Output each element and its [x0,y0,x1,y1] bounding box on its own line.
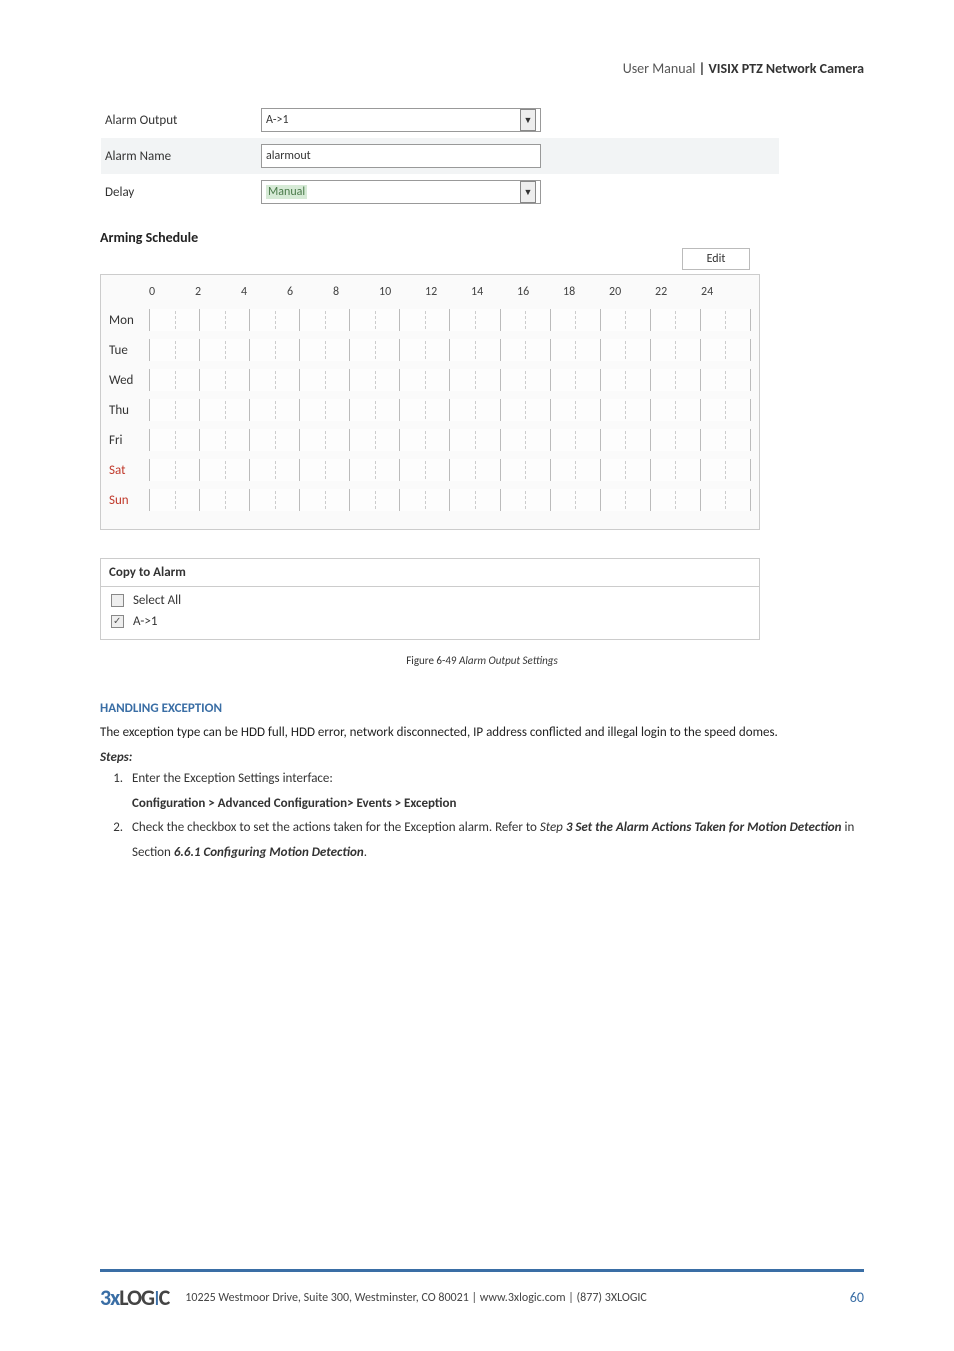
arming-schedule-grid: 024681012141618202224 MonTueWedThuFriSat… [100,274,760,530]
step-1-text: Enter the Exception Settings interface: [132,771,333,786]
step-1: Enter the Exception Settings interface: … [126,767,864,816]
figure-title: Alarm Output Settings [459,654,558,667]
step-2-c: 3 Set the Alarm Actions Taken for Motion… [566,820,842,835]
day-label: Sun [109,493,149,508]
handling-exception-heading: HANDLING EXCEPTION [100,701,864,716]
copy-to-alarm-panel: Copy to Alarm Select All A->1 [100,558,760,640]
logo: 3xLOGIC [100,1284,169,1311]
hour-tick: 8 [333,285,379,299]
label-alarm-name: Alarm Name [101,149,261,164]
hour-tick: 10 [379,285,425,299]
logo-part4: C [159,1284,170,1311]
day-label: Fri [109,433,149,448]
label-delay: Delay [101,185,261,200]
row-alarm-name: Alarm Name alarmout [101,138,779,174]
schedule-day-row: Sun [109,485,751,515]
day-grid[interactable] [149,309,751,331]
header-title: | VISIX PTZ Network Camera [699,60,864,77]
checkbox-checked-icon [111,615,124,628]
input-alarm-name[interactable]: alarmout [261,144,541,168]
hour-tick: 2 [195,285,241,299]
day-label: Sat [109,463,149,478]
copy-item-label: A->1 [133,614,157,629]
hour-axis: 024681012141618202224 [149,285,751,299]
row-alarm-output: Alarm Output A->1 ▼ [101,102,779,138]
schedule-day-row: Wed [109,365,751,395]
day-grid[interactable] [149,369,751,391]
day-grid[interactable] [149,339,751,361]
hour-tick: 24 [701,285,747,299]
day-grid[interactable] [149,399,751,421]
steps-label: Steps: [100,750,864,765]
figure-caption: Figure 6-49 Alarm Output Settings [100,654,864,667]
figure-number: Figure 6-49 [406,654,456,667]
logo-part1: 3x [100,1284,119,1311]
hour-tick: 12 [425,285,471,299]
select-all-row[interactable]: Select All [111,593,749,608]
schedule-day-row: Mon [109,305,751,335]
schedule-day-row: Thu [109,395,751,425]
alarm-output-form: Alarm Output A->1 ▼ Alarm Name alarmout … [100,101,780,211]
day-label: Tue [109,343,149,358]
select-alarm-output-value: A->1 [266,113,289,127]
select-delay[interactable]: Manual ▼ [261,180,541,204]
schedule-day-row: Sat [109,455,751,485]
step-2-e: 6.6.1 Configuring Motion Detection [174,845,364,860]
day-label: Mon [109,313,149,328]
day-grid[interactable] [149,489,751,511]
chevron-down-icon: ▼ [520,109,536,131]
copy-item-a1[interactable]: A->1 [111,614,749,629]
hour-tick: 0 [149,285,195,299]
step-2-f: . [364,845,367,860]
checkbox-icon [111,594,124,607]
hour-tick: 16 [517,285,563,299]
hour-tick: 22 [655,285,701,299]
header-prefix: User Manual [623,60,696,77]
footer-text: 10225 Westmoor Drive, Suite 300, Westmin… [185,1291,647,1305]
day-grid[interactable] [149,459,751,481]
page-footer: 3xLOGIC 10225 Westmoor Drive, Suite 300,… [100,1269,864,1311]
hour-tick: 20 [609,285,655,299]
select-alarm-output[interactable]: A->1 ▼ [261,108,541,132]
label-alarm-output: Alarm Output [101,113,261,128]
step-2: Check the checkbox to set the actions ta… [126,816,864,865]
hour-tick: 6 [287,285,333,299]
row-delay: Delay Manual ▼ [101,174,779,210]
schedule-day-row: Tue [109,335,751,365]
hour-tick: 4 [241,285,287,299]
day-label: Thu [109,403,149,418]
day-label: Wed [109,373,149,388]
page-number: 60 [850,1289,864,1306]
exception-paragraph: The exception type can be HDD full, HDD … [100,722,864,744]
select-all-label: Select All [133,593,181,608]
input-alarm-name-value: alarmout [266,149,311,163]
chevron-down-icon: ▼ [520,181,536,203]
logo-part2: LOG [119,1284,154,1311]
step-2-a: Check the checkbox to set the actions ta… [132,820,540,835]
hour-tick: 18 [563,285,609,299]
hour-tick: 14 [471,285,517,299]
page-header: User Manual | VISIX PTZ Network Camera [100,60,864,77]
schedule-day-row: Fri [109,425,751,455]
select-delay-value: Manual [266,185,307,199]
step-1-path: Configuration > Advanced Configuration> … [132,796,457,811]
step-2-b: Step [540,820,563,835]
edit-button[interactable]: Edit [682,248,750,270]
arming-schedule-title: Arming Schedule [100,229,864,246]
day-grid[interactable] [149,429,751,451]
copy-to-alarm-title: Copy to Alarm [101,559,759,586]
